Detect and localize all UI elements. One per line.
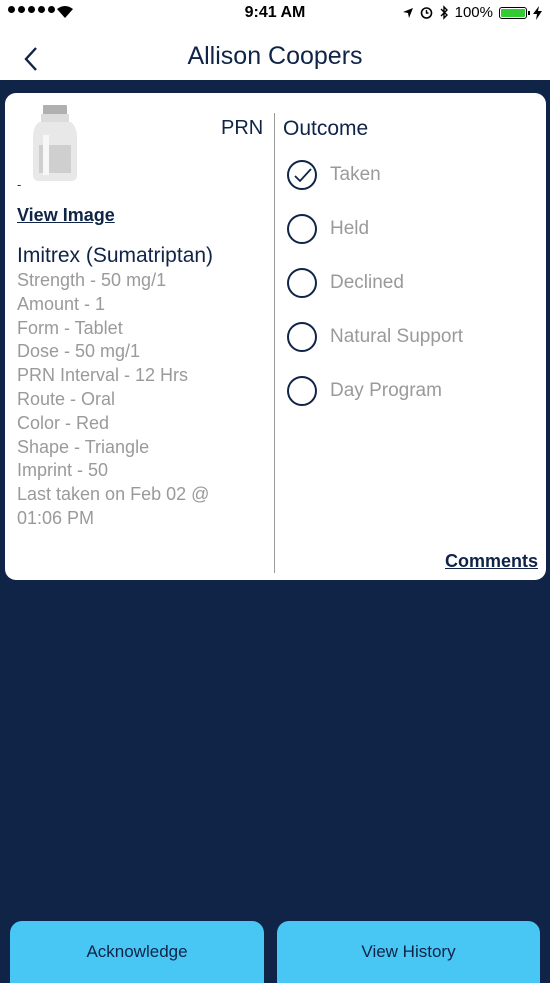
battery-icon — [499, 6, 530, 19]
view-history-button[interactable]: View History — [277, 921, 540, 983]
drug-name: Imitrex (Sumatriptan) — [17, 244, 214, 267]
outcome-label: Held — [330, 218, 370, 239]
outcome-option-natural-support[interactable]: Natural Support — [287, 320, 463, 354]
prn-label: PRN — [221, 117, 264, 139]
battery-percent: 100% — [454, 4, 493, 21]
detail-form: Form - Tablet — [17, 317, 123, 338]
comments-link[interactable]: Comments — [445, 551, 538, 572]
column-divider — [274, 113, 275, 573]
acknowledge-button[interactable]: Acknowledge — [10, 921, 264, 983]
radio-circle-icon[interactable] — [287, 268, 317, 298]
detail-color: Color - Red — [17, 412, 110, 433]
outcome-label: Day Program — [330, 380, 442, 401]
charging-bolt-icon — [533, 5, 542, 20]
detail-dose: Dose - 50 mg/1 — [17, 341, 141, 362]
detail-last-taken: Last taken on Feb 02 @ — [17, 484, 210, 505]
page-title: Allison Coopers — [187, 42, 363, 70]
bluetooth-icon — [440, 5, 448, 20]
pill-bottle-icon[interactable] — [33, 105, 77, 181]
detail-strength: Strength - 50 mg/1 — [17, 270, 167, 290]
detail-shape: Shape - Triangle — [17, 436, 150, 457]
detail-prn-interval: PRN Interval - 12 Hrs — [17, 365, 189, 386]
detail-imprint: Imprint - 50 — [17, 460, 109, 481]
view-image-link[interactable]: View Image — [17, 205, 115, 226]
status-bar: 9:41 AM 100% — [0, 0, 550, 28]
detail-route: Route - Oral — [17, 388, 116, 409]
outcome-title: Outcome — [283, 117, 369, 140]
radio-circle-icon[interactable] — [287, 322, 317, 352]
outcome-label: Natural Support — [330, 326, 464, 347]
medication-details: Strength - 50 mg/1 Amount - 1 Form - Tab… — [17, 269, 267, 531]
outcome-option-day-program[interactable]: Day Program — [287, 374, 442, 408]
detail-amount: Amount - 1 — [17, 293, 106, 314]
outcome-option-taken[interactable]: Taken — [287, 158, 381, 192]
outcome-option-held[interactable]: Held — [287, 212, 369, 246]
status-right: 100% — [402, 4, 542, 21]
location-arrow-icon — [402, 7, 413, 18]
outcome-label: Declined — [330, 272, 404, 293]
radio-circle-icon[interactable] — [287, 214, 317, 244]
outcome-label: Taken — [330, 164, 381, 185]
alarm-icon — [420, 7, 432, 19]
radio-circle-icon[interactable] — [287, 376, 317, 406]
medication-card: - View Image PRN Imitrex (Sumatriptan) S… — [5, 93, 546, 580]
image-caption: - — [17, 177, 22, 192]
detail-last-taken-time: 01:06 PM — [17, 507, 95, 528]
radio-checked-icon[interactable] — [287, 160, 317, 190]
outcome-option-declined[interactable]: Declined — [287, 266, 404, 300]
top-bar: 9:41 AM 100% Allison Coopers — [0, 0, 550, 80]
navigation-bar: Allison Coopers — [0, 30, 550, 80]
